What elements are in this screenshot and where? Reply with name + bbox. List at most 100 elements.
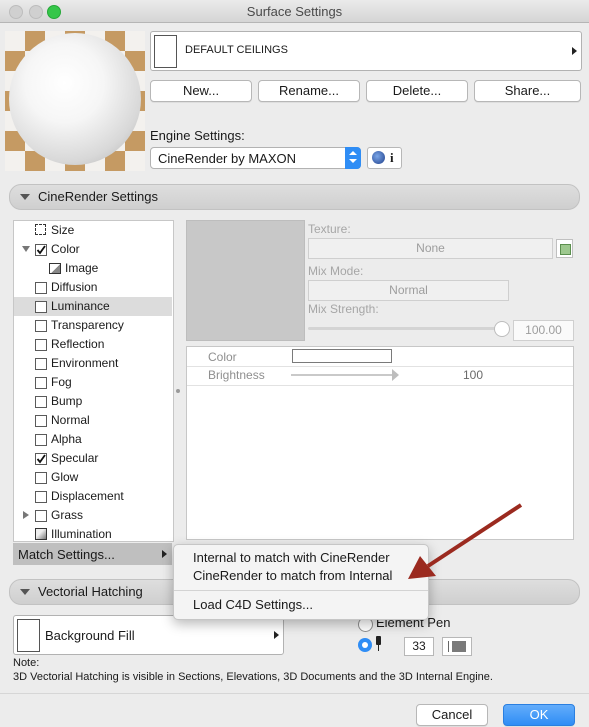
checkbox[interactable] xyxy=(35,396,47,408)
color-param-label: Color xyxy=(208,350,237,364)
checkbox[interactable] xyxy=(35,339,47,351)
channel-row-transparency[interactable]: Transparency xyxy=(14,316,172,335)
channel-row-normal[interactable]: Normal xyxy=(14,411,172,430)
disclosure-down-icon xyxy=(20,589,30,595)
pen-icon xyxy=(375,636,383,651)
checkbox[interactable] xyxy=(35,301,47,313)
cancel-button[interactable]: Cancel xyxy=(416,704,488,726)
rename-button[interactable]: Rename... xyxy=(258,80,360,102)
checkmark-icon xyxy=(36,454,46,464)
channel-label: Fog xyxy=(51,375,72,389)
image-icon xyxy=(49,263,61,274)
texture-label: Texture: xyxy=(308,222,351,236)
window-title: Surface Settings xyxy=(246,4,343,19)
chevron-right-icon xyxy=(274,631,279,639)
delete-button[interactable]: Delete... xyxy=(366,80,468,102)
channel-label: Normal xyxy=(51,413,90,427)
channel-label: Alpha xyxy=(51,432,82,446)
channel-label: Reflection xyxy=(51,337,105,351)
checkbox[interactable] xyxy=(35,415,47,427)
channel-row-luminance[interactable]: Luminance xyxy=(14,297,172,316)
channel-row-size[interactable]: Size xyxy=(14,221,172,240)
match-settings-menu: Internal to match with CineRender CineRe… xyxy=(173,544,429,620)
channel-row-alpha[interactable]: Alpha xyxy=(14,430,172,449)
channel-label: Bump xyxy=(51,394,83,408)
channel-label: Illumination xyxy=(51,527,112,541)
brightness-slider-thumb[interactable] xyxy=(392,369,399,381)
chevron-right-icon xyxy=(572,47,577,55)
checkbox-checked[interactable] xyxy=(35,244,47,256)
channel-row-reflection[interactable]: Reflection xyxy=(14,335,172,354)
load-texture-icon[interactable] xyxy=(556,239,573,258)
surface-preview xyxy=(5,31,145,171)
annotation-arrow xyxy=(408,503,523,579)
vectorial-section-title: Vectorial Hatching xyxy=(38,584,143,599)
channel-label: Color xyxy=(51,242,80,256)
color-swatch[interactable] xyxy=(292,349,392,363)
surface-name-popup[interactable]: DEFAULT CEILINGS xyxy=(150,31,582,71)
cinerender-section-title: CineRender Settings xyxy=(38,189,158,204)
mix-mode-label: Mix Mode: xyxy=(308,264,364,278)
custom-pen-radio[interactable] xyxy=(358,638,372,652)
channel-row-image[interactable]: Image xyxy=(14,259,172,278)
checkbox[interactable] xyxy=(35,434,47,446)
texture-field[interactable]: None xyxy=(308,238,553,259)
channel-row-fog[interactable]: Fog xyxy=(14,373,172,392)
brightness-value: 100 xyxy=(463,368,484,382)
menu-item-internal-to-cinerender[interactable]: Internal to match with CineRender xyxy=(193,550,390,565)
chevron-right-icon xyxy=(162,550,167,558)
channel-row-grass[interactable]: Grass xyxy=(14,506,172,525)
channel-row-color[interactable]: Color xyxy=(14,240,172,259)
checkbox[interactable] xyxy=(35,282,47,294)
channel-label: Image xyxy=(65,261,99,275)
preview-sphere xyxy=(9,33,141,165)
channel-row-displacement[interactable]: Displacement xyxy=(14,487,172,506)
checkbox[interactable] xyxy=(35,491,47,503)
share-button[interactable]: Share... xyxy=(474,80,581,102)
channel-row-specular[interactable]: Specular xyxy=(14,449,172,468)
disclosure-right-icon[interactable] xyxy=(23,511,29,519)
new-button[interactable]: New... xyxy=(150,80,252,102)
mix-strength-slider-thumb[interactable] xyxy=(494,321,510,337)
channel-row-environment[interactable]: Environment xyxy=(14,354,172,373)
pen-number-field[interactable]: 33 xyxy=(404,637,434,656)
channel-label: Diffusion xyxy=(51,280,98,294)
disclosure-down-icon[interactable] xyxy=(22,246,30,252)
match-settings-button[interactable]: Match Settings... xyxy=(13,543,172,565)
fill-swatch xyxy=(17,619,40,652)
mix-mode-select[interactable]: Normal xyxy=(308,280,509,301)
checkbox[interactable] xyxy=(35,358,47,370)
select-stepper-icon xyxy=(345,147,361,169)
info-icon: i xyxy=(390,150,394,165)
ok-button[interactable]: OK xyxy=(503,704,575,726)
channel-row-glow[interactable]: Glow xyxy=(14,468,172,487)
background-fill-popup[interactable]: Background Fill xyxy=(13,615,284,655)
engine-info-button[interactable]: i xyxy=(367,147,402,169)
channel-label: Specular xyxy=(51,451,99,465)
checkmark-icon xyxy=(36,245,46,255)
checkbox[interactable] xyxy=(35,320,47,332)
splitter-handle[interactable] xyxy=(176,389,180,393)
cinerender-settings-section[interactable]: CineRender Settings xyxy=(9,184,580,210)
checkbox-checked[interactable] xyxy=(35,453,47,465)
checkbox[interactable] xyxy=(35,472,47,484)
checkbox[interactable] xyxy=(35,510,47,522)
surface-swatch xyxy=(154,35,177,68)
texture-preview xyxy=(186,220,305,341)
mix-strength-label: Mix Strength: xyxy=(308,302,379,316)
menu-separator xyxy=(174,590,428,591)
channel-row-bump[interactable]: Bump xyxy=(14,392,172,411)
engine-select[interactable]: CineRender by MAXON xyxy=(150,147,361,169)
menu-item-cinerender-to-internal[interactable]: CineRender to match from Internal xyxy=(193,568,392,583)
checkbox[interactable] xyxy=(35,377,47,389)
channel-row-illumination[interactable]: Illumination xyxy=(14,525,172,544)
note-text: 3D Vectorial Hatching is visible in Sect… xyxy=(13,671,493,683)
surface-name: DEFAULT CEILINGS xyxy=(185,44,288,56)
mix-strength-field[interactable]: 100.00 xyxy=(513,320,574,341)
channel-row-diffusion[interactable]: Diffusion xyxy=(14,278,172,297)
match-settings-label: Match Settings... xyxy=(18,547,115,562)
menu-item-load-c4d-settings[interactable]: Load C4D Settings... xyxy=(193,597,313,612)
channel-label: Luminance xyxy=(51,299,110,313)
pen-color-button[interactable] xyxy=(442,637,472,656)
engine-settings-label: Engine Settings: xyxy=(150,128,245,143)
